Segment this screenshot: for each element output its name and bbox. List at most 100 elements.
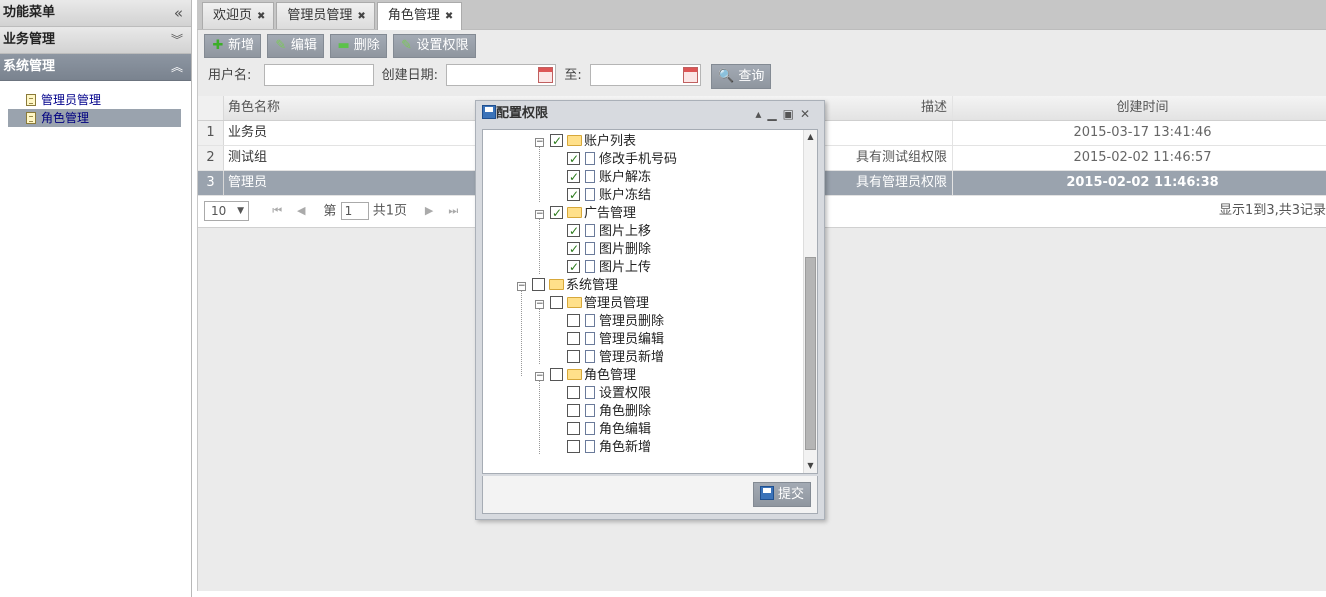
node-checkbox[interactable] bbox=[567, 222, 580, 240]
tree-node-image-upload[interactable]: 图片上传 bbox=[567, 258, 651, 277]
page-size-select[interactable]: 10 ▼ bbox=[204, 201, 249, 221]
pager-info: 显示1到3,共3记录 bbox=[1219, 203, 1326, 218]
tree-node-image-delete[interactable]: 图片删除 bbox=[567, 240, 652, 259]
collapse-node-icon[interactable]: − bbox=[535, 372, 544, 381]
document-icon bbox=[26, 94, 36, 106]
folder-icon bbox=[549, 279, 564, 290]
tree-scrollbar[interactable]: ▲ ▼ bbox=[803, 130, 817, 473]
file-icon bbox=[585, 224, 595, 237]
collapse-icon[interactable]: ︽ bbox=[171, 54, 183, 80]
node-checkbox[interactable] bbox=[567, 314, 580, 327]
calendar-icon[interactable] bbox=[538, 67, 554, 83]
calendar-icon[interactable] bbox=[682, 67, 698, 83]
sidebar-title: 功能菜单 bbox=[3, 5, 56, 20]
node-checkbox[interactable] bbox=[550, 368, 563, 381]
tab-role-management[interactable]: 角色管理 ✖ bbox=[376, 2, 463, 30]
collapse-node-icon[interactable]: − bbox=[535, 138, 544, 147]
close-icon[interactable]: ✖ bbox=[445, 11, 453, 22]
next-page-icon[interactable]: ▶ bbox=[419, 196, 439, 226]
collapse-sidebar-icon[interactable]: « bbox=[174, 0, 183, 26]
tab-welcome[interactable]: 欢迎页 ✖ bbox=[202, 2, 275, 29]
close-icon[interactable]: ✖ bbox=[357, 11, 365, 22]
delete-button[interactable]: ▬ 删除 bbox=[329, 34, 387, 58]
scroll-up-icon[interactable]: ▲ bbox=[804, 130, 817, 144]
submit-label: 提交 bbox=[777, 487, 804, 502]
tree-node-admin-delete[interactable]: 管理员删除 bbox=[567, 313, 664, 331]
accordion-label: 业务管理 bbox=[3, 32, 56, 47]
accordion-system-management[interactable]: 系统管理 ︽ bbox=[0, 54, 191, 81]
role-desc-cell: 具有管理员权限 bbox=[826, 171, 953, 195]
tree-node-role-add[interactable]: 角色新增 bbox=[567, 439, 651, 457]
node-label: 管理员管理 bbox=[584, 296, 650, 311]
last-page-icon[interactable]: ⏭ bbox=[443, 196, 463, 226]
accordion-business-management[interactable]: 业务管理 ︾ bbox=[0, 27, 191, 54]
node-label: 角色新增 bbox=[599, 440, 652, 455]
sidebar-item-admin-management[interactable]: 管理员管理 bbox=[8, 91, 181, 109]
collapse-node-icon[interactable]: − bbox=[535, 210, 544, 219]
tree-node-admin-management[interactable]: − 管理员管理 bbox=[535, 295, 649, 313]
scroll-down-icon[interactable]: ▼ bbox=[804, 459, 817, 473]
scrollbar-thumb[interactable] bbox=[805, 257, 816, 450]
node-label: 广告管理 bbox=[584, 206, 637, 221]
row-number-header bbox=[198, 96, 224, 120]
close-icon[interactable]: ✕ bbox=[800, 107, 816, 121]
tree-node-ad-management[interactable]: − 广告管理 bbox=[535, 204, 637, 223]
submit-button[interactable]: 提交 bbox=[752, 482, 811, 507]
tree-node-modify-phone[interactable]: 修改手机号码 bbox=[567, 150, 677, 169]
collapse-node-icon[interactable]: − bbox=[517, 282, 526, 291]
maximize-icon[interactable]: ▣ bbox=[783, 107, 800, 121]
node-checkbox[interactable] bbox=[550, 132, 563, 150]
column-header-desc[interactable]: 描述 bbox=[826, 96, 953, 120]
tree-node-account-freeze[interactable]: 账户冻结 bbox=[567, 186, 651, 205]
node-checkbox[interactable] bbox=[550, 296, 563, 309]
node-checkbox[interactable] bbox=[532, 278, 545, 291]
add-button[interactable]: ✚ 新增 bbox=[204, 34, 262, 58]
close-icon[interactable]: ✖ bbox=[257, 11, 265, 22]
tree-node-role-edit[interactable]: 角色编辑 bbox=[567, 421, 651, 439]
node-checkbox[interactable] bbox=[550, 204, 563, 222]
tree-node-set-permission[interactable]: 设置权限 bbox=[567, 385, 651, 403]
node-checkbox[interactable] bbox=[567, 258, 580, 276]
tree-node-role-management[interactable]: − 角色管理 bbox=[535, 367, 636, 385]
node-checkbox[interactable] bbox=[567, 332, 580, 345]
tree-node-admin-edit[interactable]: 管理员编辑 bbox=[567, 331, 664, 349]
node-label: 图片删除 bbox=[599, 242, 652, 257]
collapse-icon[interactable]: ▴ bbox=[755, 107, 767, 121]
node-checkbox[interactable] bbox=[567, 386, 580, 399]
prev-page-icon[interactable]: ◀ bbox=[291, 196, 311, 226]
expand-icon[interactable]: ︾ bbox=[171, 27, 183, 53]
collapse-node-icon[interactable]: − bbox=[535, 300, 544, 309]
page-number-input[interactable]: 1 bbox=[340, 202, 369, 220]
query-button[interactable]: 🔍 查询 bbox=[711, 64, 772, 89]
node-checkbox[interactable] bbox=[567, 350, 580, 363]
page-size-value: 10 bbox=[211, 204, 227, 218]
sidebar-item-role-management[interactable]: 角色管理 bbox=[8, 109, 181, 127]
tab-admin-management[interactable]: 管理员管理 ✖ bbox=[276, 2, 375, 29]
first-page-icon[interactable]: ⏮ bbox=[267, 196, 287, 226]
node-checkbox[interactable] bbox=[567, 240, 580, 258]
edit-label: 编辑 bbox=[290, 38, 317, 53]
end-date-input[interactable] bbox=[589, 64, 701, 86]
edit-button[interactable]: ✎ 编辑 bbox=[266, 34, 324, 58]
node-checkbox[interactable] bbox=[567, 186, 580, 204]
node-checkbox[interactable] bbox=[567, 404, 580, 417]
tree-guide-line bbox=[539, 214, 540, 274]
start-date-input[interactable] bbox=[446, 64, 557, 86]
tree-node-image-move-up[interactable]: 图片上移 bbox=[567, 222, 651, 241]
node-checkbox[interactable] bbox=[567, 440, 580, 453]
username-input[interactable] bbox=[263, 64, 374, 86]
tree-node-account-unfreeze[interactable]: 账户解冻 bbox=[567, 168, 651, 187]
column-header-name[interactable]: 角色名称 bbox=[228, 96, 468, 120]
minimize-icon[interactable]: ▁ bbox=[767, 107, 782, 121]
tree-node-account-list[interactable]: − 账户列表 bbox=[535, 132, 636, 151]
tree-node-role-delete[interactable]: 角色删除 bbox=[567, 403, 651, 421]
tree-node-system-management[interactable]: − 系统管理 bbox=[517, 277, 618, 295]
file-icon bbox=[585, 422, 595, 435]
node-checkbox[interactable] bbox=[567, 150, 580, 168]
tree-node-admin-add[interactable]: 管理员新增 bbox=[567, 349, 664, 367]
set-permission-button[interactable]: ✎ 设置权限 bbox=[392, 34, 476, 58]
node-checkbox[interactable] bbox=[567, 168, 580, 186]
node-checkbox[interactable] bbox=[567, 422, 580, 435]
column-header-time[interactable]: 创建时间 bbox=[958, 96, 1326, 120]
tree-guide-line bbox=[539, 304, 540, 364]
